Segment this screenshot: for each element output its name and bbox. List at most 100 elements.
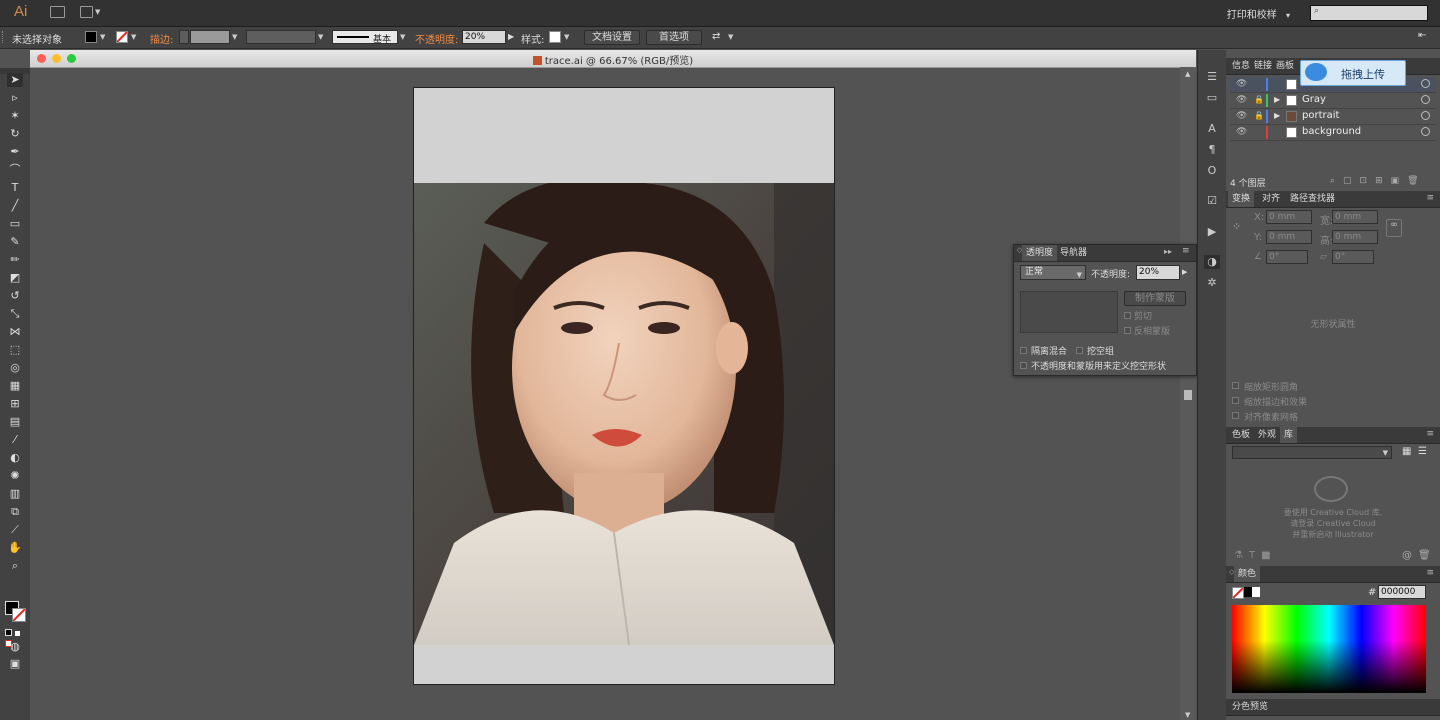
document-setup-button[interactable]: 文档设置	[584, 30, 640, 45]
eye-icon[interactable]: 👁	[1236, 127, 1247, 137]
transform-icon[interactable]: ⇄	[712, 31, 720, 42]
layer-row[interactable]: 👁 background	[1230, 125, 1436, 141]
workspace-switcher[interactable]: 打印和校样 ▾	[1227, 6, 1290, 21]
white-swatch[interactable]	[1252, 587, 1260, 597]
character-panel-icon[interactable]: A	[1204, 122, 1220, 136]
layer-target-icon[interactable]	[1421, 95, 1430, 104]
free-transform-tool-icon[interactable]: ⬚	[7, 343, 23, 357]
layer-row[interactable]: 👁 🔒 ▶ portrait	[1230, 109, 1436, 125]
curvature-tool-icon[interactable]: ⌒	[7, 163, 23, 177]
expand-triangle-icon[interactable]: ▶	[1274, 95, 1280, 104]
opentype-panel-icon[interactable]: O	[1204, 164, 1220, 178]
drag-upload-button[interactable]: 拖拽上传	[1300, 60, 1406, 86]
paragraph-panel-icon[interactable]: ¶	[1204, 143, 1220, 157]
panel-menu-icon[interactable]: ≡	[1426, 429, 1434, 439]
color-spectrum[interactable]	[1232, 605, 1426, 693]
reference-point-icon[interactable]: ⁘	[1232, 220, 1241, 233]
gradient-tool-icon[interactable]: ▤	[7, 415, 23, 429]
chevron-down-icon[interactable]: ▼	[400, 33, 405, 41]
perspective-grid-tool-icon[interactable]: ▦	[7, 379, 23, 393]
navigator-panel-icon[interactable]: ✲	[1204, 276, 1220, 290]
isolate-blending-checkbox[interactable]	[1020, 347, 1027, 354]
scroll-up-icon[interactable]: ▲	[1185, 70, 1190, 78]
panel-menu-icon[interactable]: ≡	[1182, 246, 1190, 256]
layer-target-icon[interactable]	[1421, 127, 1430, 136]
column-graph-tool-icon[interactable]: ▥	[7, 487, 23, 501]
make-mask-button[interactable]: 制作蒙版	[1124, 291, 1186, 306]
tasks-panel-icon[interactable]: ☑	[1204, 194, 1220, 208]
pen-tool-icon[interactable]: ✒	[7, 145, 23, 159]
expand-triangle-icon[interactable]: ▶	[1274, 111, 1280, 120]
tab-transform[interactable]: 变换	[1228, 191, 1255, 207]
type-tool-icon[interactable]: T	[7, 181, 23, 195]
blend-tool-icon[interactable]: ◐	[7, 451, 23, 465]
rotate-input[interactable]: 0°	[1266, 250, 1308, 264]
clip-checkbox[interactable]	[1124, 312, 1131, 319]
preferences-button[interactable]: 首选项	[646, 30, 702, 45]
x-input[interactable]: 0 mm	[1266, 210, 1312, 224]
lasso-tool-icon[interactable]: ↻	[7, 127, 23, 141]
variable-width-profile[interactable]	[246, 30, 316, 44]
paintbrush-tool-icon[interactable]: ✎	[7, 235, 23, 249]
rotate-tool-icon[interactable]: ↺	[7, 289, 23, 303]
lock-icon[interactable]: 🔒	[1254, 95, 1264, 104]
chevron-down-icon[interactable]: ▼	[131, 33, 136, 41]
portrait-photo[interactable]	[414, 183, 834, 645]
tab-pathfinder[interactable]: 路径查找器	[1286, 191, 1339, 207]
tab-color[interactable]: 颜色	[1234, 566, 1261, 582]
stroke-label[interactable]: 描边:	[150, 31, 173, 46]
magic-wand-tool-icon[interactable]: ✶	[7, 109, 23, 123]
panel-menu-icon[interactable]: ≡	[1426, 193, 1434, 203]
opacity-input[interactable]: 20%	[462, 30, 506, 44]
layer-actions[interactable]: ⌕▢⊡⊞▣🗑	[1330, 176, 1427, 186]
eyedropper-tool-icon[interactable]: ⁄	[7, 433, 23, 447]
define-knockout-checkbox[interactable]	[1020, 362, 1027, 369]
eye-icon[interactable]: 👁	[1236, 111, 1247, 121]
layer-target-icon[interactable]	[1421, 111, 1430, 120]
y-input[interactable]: 0 mm	[1266, 230, 1312, 244]
align-pixel-grid-checkbox[interactable]	[1232, 412, 1239, 419]
eye-icon[interactable]: 👁	[1236, 95, 1247, 105]
artboard[interactable]	[413, 87, 835, 685]
library-add-icons[interactable]: ⚗T■	[1234, 550, 1277, 561]
tab-artboards[interactable]: 画板	[1272, 58, 1298, 74]
mesh-tool-icon[interactable]: ⊞	[7, 397, 23, 411]
tab-appearance[interactable]: 外观	[1254, 427, 1280, 443]
chevron-down-icon[interactable]: ▼	[728, 33, 733, 41]
shear-input[interactable]: 0°	[1332, 250, 1374, 264]
blend-mode-select[interactable]: 正常 ▼	[1020, 265, 1086, 280]
tab-separations-preview[interactable]: 分色预览	[1228, 699, 1272, 715]
tab-swatches[interactable]: 色板	[1228, 427, 1254, 443]
stroke-stepper[interactable]	[179, 30, 189, 44]
arrange-documents-icon[interactable]	[80, 6, 93, 18]
grid-view-icon[interactable]: ▦	[1402, 446, 1411, 457]
constrain-proportions-icon[interactable]: ∞	[1386, 219, 1402, 237]
shape-builder-tool-icon[interactable]: ◎	[7, 361, 23, 375]
scroll-down-icon[interactable]: ▼	[1185, 711, 1190, 719]
tab-align[interactable]: 对齐	[1258, 191, 1284, 207]
stroke-weight-input[interactable]	[190, 30, 230, 44]
scale-corners-checkbox[interactable]	[1232, 382, 1239, 389]
tab-transparency[interactable]: 透明度	[1022, 245, 1058, 261]
actions-panel-icon[interactable]: ▶	[1204, 225, 1220, 239]
lock-icon[interactable]: 🔒	[1254, 111, 1264, 120]
chevron-right-icon[interactable]: ▶	[1182, 268, 1187, 276]
color-mode-icons[interactable]	[5, 628, 25, 647]
artboards-panel-icon[interactable]: ▭	[1204, 91, 1220, 105]
opacity-label[interactable]: 不透明度:	[415, 31, 458, 46]
slice-tool-icon[interactable]: ⟋	[7, 523, 23, 537]
scrollbar-thumb[interactable]	[1184, 390, 1192, 400]
height-input[interactable]: 0 mm	[1332, 230, 1378, 244]
scale-tool-icon[interactable]: ⤡	[7, 307, 23, 321]
layer-target-icon[interactable]	[1421, 79, 1430, 88]
list-view-icon[interactable]: ☰	[1418, 446, 1427, 457]
hand-tool-icon[interactable]: ✋	[7, 541, 23, 555]
panel-menu-icon[interactable]: ⇤	[1418, 30, 1426, 41]
stroke-swatch[interactable]	[116, 31, 128, 43]
selection-tool-icon[interactable]: ➤	[7, 73, 23, 87]
chevron-down-icon[interactable]: ▼	[564, 33, 569, 41]
scale-strokes-checkbox[interactable]	[1232, 397, 1239, 404]
chevron-right-icon[interactable]: ▶	[508, 32, 514, 41]
grip-handle[interactable]	[2, 31, 6, 43]
bridge-icon[interactable]	[50, 6, 65, 18]
